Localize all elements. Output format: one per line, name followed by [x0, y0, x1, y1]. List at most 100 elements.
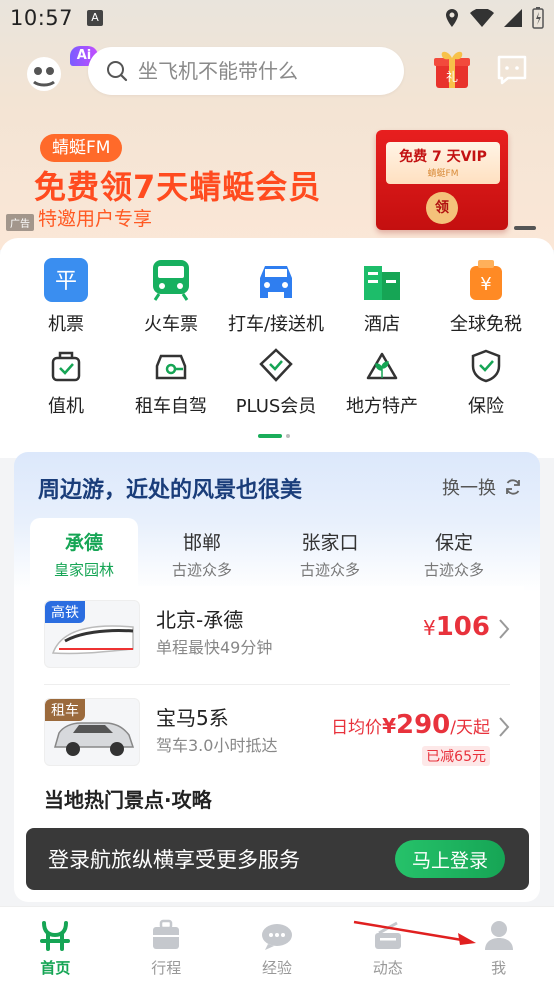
tab-sub: 皇家园林 [53, 561, 114, 579]
train-thumbnail: 高铁 [44, 600, 140, 668]
login-button[interactable]: 马上登录 [395, 840, 505, 878]
ai-assistant-button[interactable]: Ai [24, 46, 98, 92]
location-icon [446, 9, 458, 27]
service-car-rental[interactable]: 租车自驾 [116, 348, 226, 418]
city-tabs: 承德 皇家园林 邯郸 古迹众多 张家口 古迹众多 保定 古迹众多 [30, 518, 524, 586]
price-symbol: ¥ [382, 714, 396, 738]
flight-icon: 平 [44, 258, 88, 302]
service-label: 火车票 [144, 314, 198, 335]
page-dot-active [258, 434, 282, 438]
refresh-icon [506, 479, 520, 495]
gift-icon[interactable]: 礼 [432, 48, 472, 90]
tab-handan[interactable]: 邯郸 古迹众多 [138, 518, 266, 586]
price-value: 106 [435, 612, 490, 642]
service-flight[interactable]: 平 机票 [11, 258, 121, 336]
nav-label: 行程 [151, 959, 182, 977]
login-prompt-text: 登录航旅纵横享受更多服务 [48, 848, 300, 872]
service-label: 值机 [48, 396, 84, 417]
profile-icon [484, 921, 513, 950]
taxi-icon [260, 266, 292, 298]
service-insurance[interactable]: 保险 [431, 348, 541, 418]
banner-page-indicator [514, 226, 536, 230]
status-icons [444, 7, 544, 29]
nav-label: 我 [491, 959, 507, 977]
envelope-card: 免费 7 天VIP 蜻蜓FM [386, 142, 500, 184]
service-hotel[interactable]: 酒店 [327, 258, 437, 336]
notification-a-icon: A [87, 10, 104, 26]
hotel-icon [364, 266, 400, 300]
nav-profile[interactable]: 我 [443, 907, 554, 984]
dutyfree-glyph: ¥ [480, 274, 491, 295]
tab-name: 邯郸 [182, 532, 221, 554]
hot-spots-title: 当地热门景点·攻略 [44, 788, 212, 812]
service-plus-member[interactable]: PLUS会员 [221, 348, 331, 418]
refresh-button[interactable]: 换一换 [442, 474, 522, 500]
banner-tag: 蜻蜓FM [40, 134, 123, 162]
services-page-indicator [258, 434, 290, 438]
trip-name: 北京-承德 [156, 608, 244, 632]
service-local-specialty[interactable]: 地方特产 [327, 348, 437, 418]
checkin-icon [51, 351, 81, 382]
tab-chengde[interactable]: 承德 皇家园林 [30, 518, 138, 586]
search-input[interactable] [138, 59, 378, 83]
car-rental-icon [155, 354, 187, 380]
chevron-right-icon [499, 619, 510, 639]
status-time: 10:57 [10, 6, 74, 30]
train-icon [153, 260, 189, 301]
envelope-seal: 领 [426, 192, 458, 224]
login-toast: 登录航旅纵横享受更多服务 马上登录 [26, 828, 529, 890]
insurance-icon [471, 349, 501, 383]
trip-item-car[interactable]: 租车 宝马5系 驾车3.0小时抵达 日均价 ¥ 290 /天起 已减65元 [44, 698, 510, 782]
bottom-nav: 首页 行程 经验 动态 我 [0, 906, 554, 984]
tab-sub: 古迹众多 [423, 561, 484, 579]
service-label: PLUS会员 [235, 396, 317, 417]
nav-experience[interactable]: 经验 [222, 907, 333, 984]
page-dot [286, 434, 290, 438]
tab-name: 张家口 [301, 532, 359, 554]
tab-name: 承德 [64, 532, 103, 554]
price-suffix: /天起 [450, 718, 490, 738]
message-icon[interactable] [496, 54, 528, 86]
local-specialty-icon [366, 352, 398, 380]
service-dutyfree[interactable]: ¥ 全球免税 [431, 258, 541, 336]
service-checkin[interactable]: 值机 [11, 348, 121, 418]
experience-icon [261, 924, 292, 950]
envelope-text: 免费 7 天VIP [399, 149, 487, 165]
travel-title: 周边游，近处的风景也很美 [38, 478, 303, 503]
nav-home[interactable]: 首页 [0, 907, 111, 984]
car-thumbnail: 租车 [44, 698, 140, 766]
wifi-icon [470, 9, 494, 27]
service-label: 打车/接送机 [227, 314, 325, 335]
trip-badge: 租车 [45, 699, 85, 721]
nav-trip[interactable]: 行程 [111, 907, 222, 984]
trip-name: 宝马5系 [156, 706, 229, 730]
nav-label: 动态 [372, 959, 403, 977]
nav-dynamic[interactable]: 动态 [332, 907, 443, 984]
tab-zhangjiakou[interactable]: 张家口 古迹众多 [266, 518, 394, 586]
service-label: 全球免税 [450, 314, 522, 335]
trip-item-train[interactable]: 高铁 北京-承德 单程最快49分钟 ¥ 106 [44, 600, 510, 684]
home-icon [40, 921, 71, 951]
battery-icon [532, 7, 544, 29]
price-prefix: 日均价 [331, 718, 383, 738]
search-box[interactable] [88, 47, 404, 95]
discount-badge: 已减65元 [422, 746, 490, 766]
tab-sub: 古迹众多 [299, 561, 360, 579]
trip-icon [153, 919, 180, 949]
promo-banner[interactable]: 蜻蜓FM 免费领7天蜻蜓会员 特邀用户专享 广告 免费 7 天VIP 蜻蜓FM … [0, 110, 554, 240]
trip-desc: 单程最快49分钟 [156, 638, 273, 657]
trip-price: ¥ 106 [423, 612, 490, 642]
service-taxi[interactable]: 打车/接送机 [221, 258, 331, 336]
tab-baoding[interactable]: 保定 古迹众多 [394, 518, 514, 586]
plus-member-icon [259, 348, 293, 382]
ad-label: 广告 [6, 214, 34, 231]
services-grid: 平 机票 火车票 打车/接送机 酒店 ¥ 全球免税 值机 租车自驾 PLUS会员… [0, 238, 554, 458]
tab-sub: 古迹众多 [171, 561, 232, 579]
envelope-brand: 蜻蜓FM [427, 169, 459, 179]
service-train[interactable]: 火车票 [116, 258, 226, 336]
search-icon [107, 61, 128, 82]
service-label: 酒店 [364, 314, 400, 335]
dynamic-icon [374, 921, 401, 949]
signal-icon [504, 9, 522, 27]
banner-subtitle: 特邀用户专享 [38, 208, 153, 230]
